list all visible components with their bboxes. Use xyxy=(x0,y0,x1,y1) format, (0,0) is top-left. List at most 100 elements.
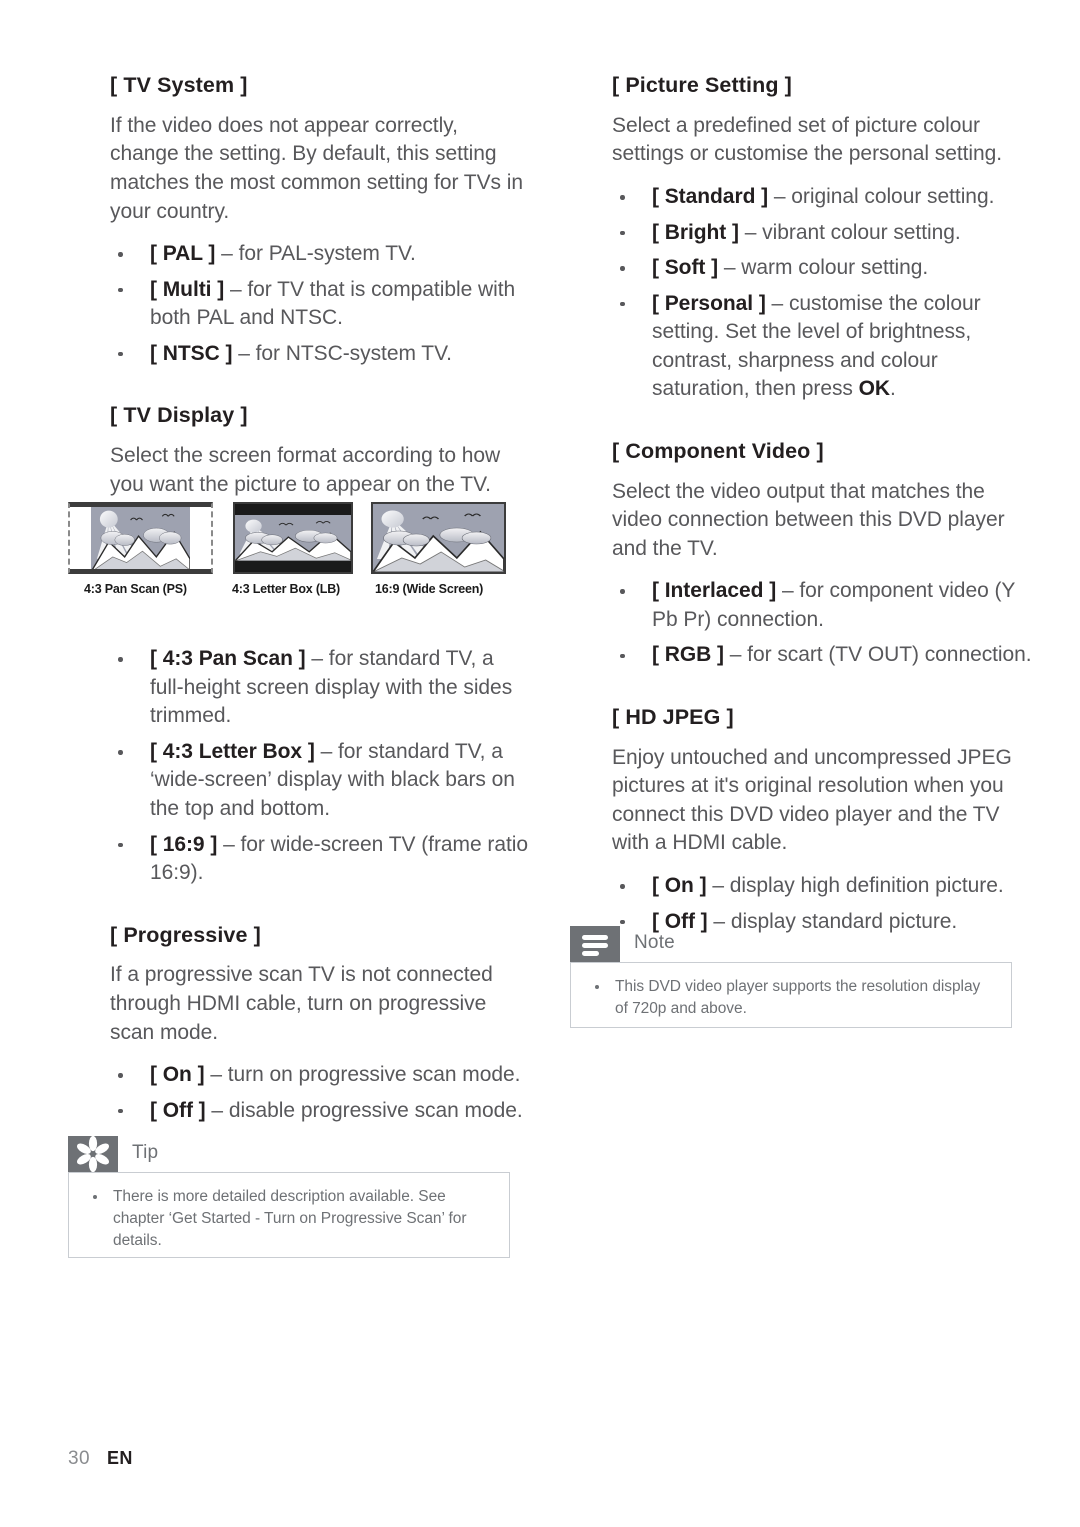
note-item-list: This DVD video player supports the resol… xyxy=(587,976,995,1020)
figure-letter-box xyxy=(233,502,353,574)
tv-display-figure: 4:3 Pan Scan (PS) 4:3 Letter Box (LB) 16… xyxy=(68,502,508,596)
screen-frame xyxy=(68,502,213,574)
option-desc: – display high definition picture. xyxy=(712,874,1004,898)
heading-hd-jpeg: [ HD JPEG ] xyxy=(612,704,734,729)
option-term: [ 4:3 Pan Scan ] xyxy=(150,647,312,671)
paragraph-progressive: If a progressive scan TV is not connecte… xyxy=(110,963,493,1044)
paragraph-picture-setting: Select a predefined set of picture colou… xyxy=(612,113,1003,166)
manual-page: [ TV System ] If the video does not appe… xyxy=(0,0,1080,1527)
note-callout-header: Note xyxy=(570,926,1012,962)
list-item: [ Soft ] – warm colour setting. xyxy=(612,254,1032,283)
list-item: [ PAL ] – for PAL-system TV. xyxy=(110,240,530,269)
screen-frame xyxy=(371,502,506,574)
heading-tv-display: [ TV Display ] xyxy=(110,403,248,428)
option-list-tv-display: [ 4:3 Pan Scan ] – for standard TV, a fu… xyxy=(110,645,530,887)
list-item: There is more detailed description avail… xyxy=(85,1186,493,1252)
right-column: [ Picture Setting ] Select a predefined … xyxy=(612,72,1032,946)
heading-tv-system: [ TV System ] xyxy=(110,73,248,97)
bullet-dot xyxy=(118,287,123,293)
bullet-dot xyxy=(118,657,123,662)
option-term: [ On ] xyxy=(150,1063,211,1087)
page-footer: 30 EN xyxy=(68,1448,133,1470)
screen-frame xyxy=(233,502,353,574)
bullet-dot xyxy=(595,984,599,989)
heading-component-video: [ Component Video ] xyxy=(612,438,824,463)
list-item: [ Personal ] – customise the colour sett… xyxy=(612,290,1032,404)
page-number: 30 xyxy=(68,1448,90,1469)
note-callout-title: Note xyxy=(634,932,675,953)
list-item: [ Off ] – disable progressive scan mode. xyxy=(110,1097,530,1126)
letterbox-bar-top xyxy=(235,504,351,515)
paragraph-hd-jpeg: Enjoy untouched and uncompressed JPEG pi… xyxy=(612,745,1012,855)
option-desc-emphasis: OK xyxy=(858,377,891,401)
pillar-left xyxy=(70,504,91,572)
tip-callout-header: Tip xyxy=(68,1135,510,1173)
bullet-dot xyxy=(620,589,625,594)
tip-callout: Tip There is more detailed description a… xyxy=(68,1135,510,1258)
option-desc: – disable progressive scan mode. xyxy=(211,1098,523,1122)
list-item: [ 16:9 ] – for wide-screen TV (frame rat… xyxy=(110,831,530,888)
bullet-dot xyxy=(620,195,625,200)
left-column: [ TV System ] If the video does not appe… xyxy=(110,72,530,1135)
paragraph-tv-display: Select the screen format according to ho… xyxy=(110,444,501,496)
bullet-dot xyxy=(620,266,625,271)
note-lines-icon xyxy=(570,926,620,962)
figure-caption-pan-scan: 4:3 Pan Scan (PS) xyxy=(84,582,187,596)
list-item: [ 4:3 Letter Box ] – for standard TV, a … xyxy=(110,738,530,824)
option-desc: – for scart (TV OUT) connection. xyxy=(729,643,1032,667)
frame-bar-top xyxy=(70,504,211,507)
tip-text: There is more detailed description avail… xyxy=(113,1188,467,1249)
list-item: [ Bright ] – vibrant colour setting. xyxy=(612,219,1032,248)
figure-caption-wide-screen: 16:9 (Wide Screen) xyxy=(375,582,484,596)
bullet-dot xyxy=(118,1108,123,1114)
list-item: [ On ] – turn on progressive scan mode. xyxy=(110,1061,530,1090)
option-term: [ Soft ] xyxy=(652,256,724,280)
bullet-dot xyxy=(620,919,625,925)
option-list-progressive: [ On ] – turn on progressive scan mode. … xyxy=(110,1061,530,1125)
language-code: EN xyxy=(106,1448,133,1468)
note-callout: Note This DVD video player supports the … xyxy=(570,926,1012,1028)
option-desc: – warm colour setting. xyxy=(723,256,929,280)
landscape-illustration xyxy=(91,504,190,572)
landscape-scene xyxy=(235,515,351,561)
option-desc-tail: . xyxy=(890,377,896,401)
landscape-scene xyxy=(373,504,504,572)
bullet-dot xyxy=(620,653,625,659)
frame-bar-bottom xyxy=(70,569,211,572)
figure-wide-screen xyxy=(371,502,506,574)
list-item: [ RGB ] – for scart (TV OUT) connection. xyxy=(612,641,1032,670)
option-term: [ On ] xyxy=(652,874,713,898)
tip-callout-body: There is more detailed description avail… xyxy=(68,1172,510,1258)
bullet-dot xyxy=(118,351,123,357)
note-callout-body: This DVD video player supports the resol… xyxy=(570,962,1012,1028)
bullet-dot xyxy=(118,1073,123,1078)
option-list-component-video: [ Interlaced ] – for component video (Y … xyxy=(612,577,1032,670)
option-list-picture-setting: [ Standard ] – original colour setting. … xyxy=(612,183,1032,404)
paragraph-component-video: Select the video output that matches the… xyxy=(612,479,1005,560)
figure-pan-scan xyxy=(68,502,213,574)
bullet-dot xyxy=(620,884,625,889)
landscape-scene xyxy=(91,504,190,572)
option-term: [ 4:3 Letter Box ] xyxy=(150,739,321,763)
heading-picture-setting: [ Picture Setting ] xyxy=(612,73,792,97)
option-desc: – vibrant colour setting. xyxy=(744,220,961,244)
option-term: [ RGB ] xyxy=(652,643,730,667)
option-desc: – original colour setting. xyxy=(773,184,995,208)
option-term: [ PAL ] xyxy=(150,242,222,266)
list-item: This DVD video player supports the resol… xyxy=(587,976,995,1020)
list-item: [ Standard ] – original colour setting. xyxy=(612,183,1032,212)
option-desc: – for PAL-system TV. xyxy=(221,242,416,266)
tip-item-list: There is more detailed description avail… xyxy=(85,1186,493,1252)
heading-progressive: [ Progressive ] xyxy=(110,922,261,947)
landscape-illustration xyxy=(235,515,351,561)
paragraph-tv-system: If the video does not appear correctly, … xyxy=(110,113,524,223)
bullet-dot xyxy=(118,252,123,257)
tip-callout-title: Tip xyxy=(132,1142,159,1163)
option-term: [ Standard ] xyxy=(652,184,774,208)
bullet-dot xyxy=(620,301,625,307)
option-term: [ Personal ] xyxy=(652,291,772,315)
option-term: [ 16:9 ] xyxy=(150,832,224,856)
list-item: [ 4:3 Pan Scan ] – for standard TV, a fu… xyxy=(110,645,530,731)
letterbox-bar-bottom xyxy=(235,561,351,572)
note-bar xyxy=(582,951,599,956)
